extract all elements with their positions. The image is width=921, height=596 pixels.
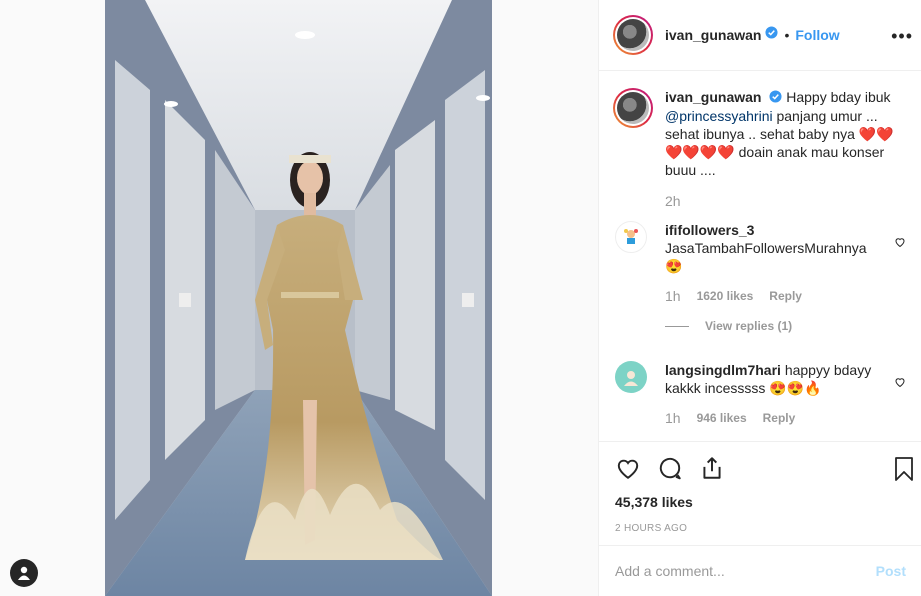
author-avatar[interactable] (613, 15, 653, 55)
comment-likes[interactable]: 946 likes (697, 409, 747, 427)
post-timestamp[interactable]: 2 HOURS AGO (599, 523, 921, 534)
like-comment-heart-icon[interactable] (894, 235, 906, 253)
commenter-avatar[interactable] (615, 221, 647, 254)
like-comment-heart-icon[interactable] (894, 375, 906, 393)
caption-hearts-1: ❤️❤️ (858, 126, 894, 143)
caption-hearts-2: ❤️❤️❤️❤️ (665, 144, 735, 161)
comment-likes[interactable]: 1620 likes (697, 287, 754, 305)
person-icon (18, 566, 30, 580)
caption-text: ivan_gunawan Happy bday ibuk @princessya… (665, 88, 910, 179)
replies-divider (665, 325, 689, 327)
reply-button[interactable]: Reply (763, 409, 796, 427)
caption-username[interactable]: ivan_gunawan (665, 89, 761, 105)
comment-item: ififollowers_3 JasaTambahFollowersMurahn… (599, 221, 921, 305)
commenter-username[interactable]: ififollowers_3 (665, 222, 754, 238)
commenter-avatar[interactable] (615, 361, 647, 394)
more-options-icon[interactable]: ••• (891, 26, 913, 47)
comment-emoji: 😍😍🔥 (769, 380, 822, 397)
person-avatar-icon (624, 371, 638, 387)
profile-icon[interactable] (10, 559, 38, 587)
view-replies-button[interactable]: View replies (1) (665, 319, 921, 333)
verified-badge-icon (765, 26, 779, 44)
comment-time[interactable]: 1h (665, 287, 681, 305)
follow-button[interactable]: Follow (795, 27, 839, 43)
view-replies-label: View replies (1) (705, 319, 793, 334)
bookmark-icon[interactable] (892, 456, 916, 487)
verified-badge-icon (769, 89, 782, 107)
post-actions: 45,378 likes 2 HOURS AGO (599, 441, 921, 534)
share-icon[interactable] (699, 455, 725, 486)
comment-time[interactable]: 1h (665, 409, 681, 427)
commenter-username[interactable]: langsingdlm7hari (665, 362, 781, 378)
cartoon-avatar-icon (624, 229, 638, 245)
like-heart-icon[interactable] (615, 455, 641, 486)
author-username[interactable]: ivan_gunawan (665, 27, 761, 43)
post-comment-button[interactable]: Post (876, 563, 906, 579)
separator-dot: • (784, 27, 790, 43)
post-photo[interactable] (105, 0, 492, 596)
caption-timestamp[interactable]: 2h (665, 193, 910, 209)
comment-item: langsingdlm7hari happyy bdayy kakkk ince… (599, 361, 921, 427)
comment-text: JasaTambahFollowersMurahnya (665, 240, 867, 257)
post-caption: ivan_gunawan Happy bday ibuk @princessya… (599, 72, 921, 209)
post-image (105, 0, 492, 596)
post-side-panel: ivan_gunawan • Follow ••• ivan_gunawan H… (598, 0, 921, 596)
reply-button[interactable]: Reply (769, 287, 802, 305)
comment-bubble-icon[interactable] (657, 455, 683, 486)
comments-list[interactable]: ivan_gunawan Happy bday ibuk @princessya… (599, 72, 921, 440)
comment-input[interactable] (615, 563, 876, 579)
comment-emoji: 😍 (665, 258, 683, 275)
caption-avatar[interactable] (613, 88, 653, 128)
caption-pre: Happy bday ibuk (786, 89, 891, 105)
caption-mention-link[interactable]: @princessyahrini (665, 108, 773, 124)
post-header: ivan_gunawan • Follow ••• (599, 0, 921, 71)
add-comment-bar: Post (599, 545, 921, 596)
